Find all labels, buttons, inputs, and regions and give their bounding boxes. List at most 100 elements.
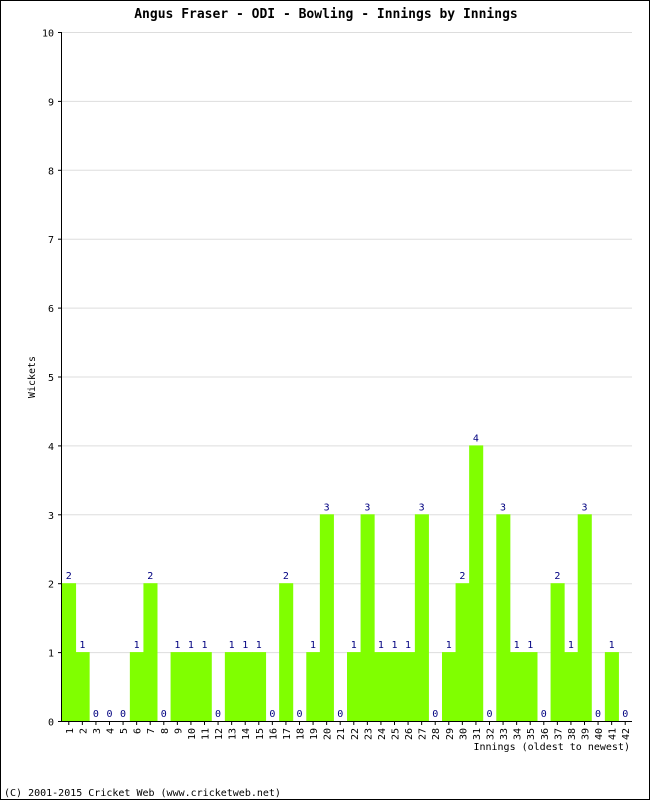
bar — [564, 652, 579, 721]
y-tick-label: 10 — [42, 29, 54, 40]
bar — [238, 652, 253, 721]
x-tick-label: 31 — [472, 728, 483, 740]
data-label: 1 — [405, 640, 411, 651]
data-label: 1 — [256, 640, 262, 651]
x-tick-label: 38 — [567, 728, 578, 740]
data-label: 2 — [283, 571, 289, 582]
data-label: 1 — [446, 640, 452, 651]
bar — [129, 652, 144, 721]
x-tick-label: 29 — [445, 728, 456, 740]
x-tick-label: 34 — [513, 728, 524, 740]
x-tick-label: 23 — [363, 728, 374, 740]
bar — [414, 514, 429, 721]
x-tick-label: 24 — [377, 728, 388, 740]
bar — [577, 514, 592, 721]
bar-chart: Angus Fraser - ODI - Bowling - Innings b… — [4, 7, 632, 799]
y-tick-labels: 0 1 2 3 4 5 6 7 8 9 10 — [42, 29, 54, 729]
data-label: 1 — [229, 640, 235, 651]
data-label: 3 — [581, 502, 587, 513]
bar — [550, 583, 565, 721]
data-label: 0 — [215, 709, 221, 720]
bar — [387, 652, 402, 721]
x-tick-label: 13 — [228, 728, 239, 740]
bar — [252, 652, 267, 721]
bar — [170, 652, 185, 721]
x-tick-label: 41 — [608, 728, 619, 740]
chart-title: Angus Fraser - ODI - Bowling - Innings b… — [134, 7, 518, 22]
bar — [347, 652, 362, 721]
x-tick-label: 1 — [65, 728, 76, 734]
data-label: 2 — [554, 571, 560, 582]
x-tick-label: 35 — [526, 728, 537, 740]
x-tick-label: 37 — [553, 728, 564, 740]
data-label: 3 — [324, 502, 330, 513]
data-label: 1 — [79, 640, 85, 651]
y-tick-label: 1 — [48, 649, 54, 660]
data-label: 1 — [310, 640, 316, 651]
x-tick-label: 16 — [268, 728, 279, 740]
data-label: 1 — [351, 640, 357, 651]
data-label: 1 — [527, 640, 533, 651]
data-label: 1 — [609, 640, 615, 651]
chart-frame: Angus Fraser - ODI - Bowling - Innings b… — [0, 0, 650, 800]
y-tick-label: 2 — [48, 580, 54, 591]
data-label: 2 — [66, 571, 72, 582]
x-tick-label: 7 — [146, 728, 157, 734]
x-tick-label: 6 — [133, 728, 144, 734]
y-tick-label: 5 — [48, 373, 54, 384]
x-tick-labels: 1 2 3 4 5 6 7 8 9 10 11 12 13 14 15 16 17 18 19 20 21 22 23 24 2… — [65, 728, 632, 740]
data-label: 1 — [242, 640, 248, 651]
gridlines — [62, 32, 632, 654]
bar — [496, 514, 511, 721]
data-label: 0 — [106, 709, 112, 720]
x-tick-label: 14 — [241, 728, 252, 740]
x-tick-label: 12 — [214, 728, 225, 740]
x-tick-label: 3 — [92, 728, 103, 734]
x-tick-label: 22 — [350, 728, 361, 740]
y-tick-label: 0 — [48, 718, 54, 729]
bar — [75, 652, 90, 721]
bar — [401, 652, 416, 721]
data-label: 3 — [500, 502, 506, 513]
bar — [442, 652, 457, 721]
data-label: 2 — [147, 571, 153, 582]
x-tick-label: 32 — [486, 728, 497, 740]
bar — [360, 514, 375, 721]
x-tick-label: 17 — [282, 728, 293, 740]
y-tick-label: 8 — [48, 166, 54, 177]
data-label: 0 — [120, 709, 126, 720]
bar — [604, 652, 619, 721]
x-tick-label: 9 — [173, 728, 184, 734]
x-tick-label: 39 — [581, 728, 592, 740]
x-tick-label: 19 — [309, 728, 320, 740]
data-label: 0 — [296, 709, 302, 720]
x-tick-label: 25 — [391, 728, 402, 740]
x-tick-label: 42 — [621, 728, 632, 740]
x-tick-label: 2 — [78, 728, 89, 734]
x-tick-label: 10 — [187, 728, 198, 740]
data-label: 0 — [486, 709, 492, 720]
bar — [523, 652, 538, 721]
data-label: 3 — [419, 502, 425, 513]
data-label: 0 — [161, 709, 167, 720]
x-tick-label: 15 — [255, 728, 266, 740]
x-tick-label: 20 — [323, 728, 334, 740]
data-label: 0 — [595, 709, 601, 720]
x-tick-label: 28 — [431, 728, 442, 740]
bar — [374, 652, 389, 721]
bar — [224, 652, 239, 721]
data-label: 1 — [201, 640, 207, 651]
data-label: 1 — [174, 640, 180, 651]
bar — [509, 652, 524, 721]
y-tick-label: 7 — [48, 235, 54, 246]
x-tick-label: 36 — [540, 728, 551, 740]
x-tick-label: 40 — [594, 728, 605, 740]
bar — [455, 583, 470, 721]
y-tick-label: 4 — [48, 442, 54, 453]
copyright-footer: (C) 2001-2015 Cricket Web (www.cricketwe… — [4, 788, 281, 799]
data-label: 2 — [459, 571, 465, 582]
x-axis-label: Innings (oldest to newest) — [473, 742, 630, 753]
data-label: 3 — [364, 502, 370, 513]
x-tick-label: 33 — [499, 728, 510, 740]
data-label: 4 — [473, 433, 479, 444]
